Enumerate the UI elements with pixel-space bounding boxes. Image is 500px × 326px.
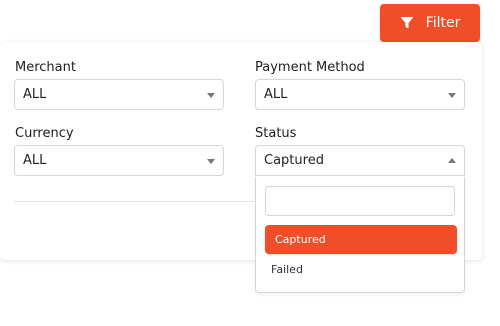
payment-method-select[interactable]: ALL [255, 79, 465, 110]
payment-method-select-value: ALL [264, 87, 288, 102]
status-dropdown-menu: Captured Failed [255, 177, 465, 293]
currency-label: Currency [15, 126, 74, 141]
status-select-value: Captured [264, 153, 324, 168]
caret-up-icon [448, 157, 456, 163]
status-option-captured[interactable]: Captured [265, 225, 457, 254]
filter-button[interactable]: Filter [380, 4, 480, 42]
caret-down-icon [448, 92, 456, 98]
filter-funnel-icon [400, 16, 414, 30]
status-search-input[interactable] [265, 186, 455, 216]
status-select[interactable]: Captured [255, 145, 465, 176]
caret-down-icon [207, 92, 215, 98]
payment-method-label: Payment Method [255, 60, 365, 75]
merchant-label: Merchant [15, 60, 76, 75]
merchant-select-value: ALL [23, 87, 47, 102]
currency-select[interactable]: ALL [14, 145, 224, 176]
filter-button-label: Filter [425, 15, 461, 31]
status-label: Status [255, 126, 297, 141]
panel-divider [14, 201, 254, 202]
caret-down-icon [207, 158, 215, 164]
currency-select-value: ALL [23, 153, 47, 168]
merchant-select[interactable]: ALL [14, 79, 224, 110]
status-option-failed[interactable]: Failed [265, 255, 457, 284]
